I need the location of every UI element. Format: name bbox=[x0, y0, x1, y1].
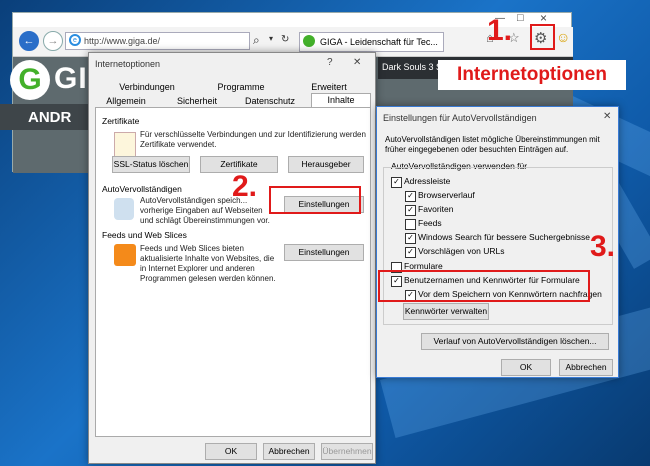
callout-internetoptionen: Internetoptionen bbox=[438, 60, 626, 90]
checkbox-url-vorschlaege[interactable]: ✓ bbox=[405, 247, 416, 258]
step-3-label: 3. bbox=[590, 230, 616, 263]
label-favoriten: Favoriten bbox=[418, 204, 454, 214]
feeds-text: Feeds und Web Slices bieten aktualisiert… bbox=[140, 244, 276, 283]
autocomplete-settings-dialog: Einstellungen für AutoVervollständigen ✕… bbox=[376, 106, 619, 378]
dropdown-icon[interactable]: ▾ bbox=[269, 34, 273, 43]
smiley-icon[interactable]: ☺ bbox=[556, 29, 570, 45]
ac-intro-text: AutoVervollständigen listet mögliche Übe… bbox=[385, 135, 600, 154]
search-icon[interactable]: ⌕ bbox=[253, 33, 260, 48]
label-browserverlauf: Browserverlauf bbox=[418, 190, 475, 200]
giga-favicon-icon bbox=[303, 35, 315, 47]
tab-giga[interactable]: GIGA - Leidenschaft für Tec... bbox=[299, 32, 444, 52]
close-button[interactable]: × bbox=[540, 11, 547, 25]
kennwoerter-verwalten-button[interactable]: Kennwörter verwalten bbox=[403, 303, 489, 320]
ie-icon: e bbox=[69, 34, 81, 46]
label-url-vorschlaege: Vorschlägen von URLs bbox=[418, 246, 505, 256]
checkbox-feeds[interactable] bbox=[405, 219, 416, 230]
feeds-einstellungen-button[interactable]: Einstellungen bbox=[284, 244, 364, 261]
section-feeds: Feeds und Web Slices bbox=[102, 230, 187, 240]
section-autovervollstaendigen: AutoVervollständigen bbox=[102, 184, 182, 194]
label-adressleiste: Adressleiste bbox=[404, 176, 451, 186]
herausgeber-button[interactable]: Herausgeber bbox=[288, 156, 364, 173]
maximize-button[interactable]: □ bbox=[517, 12, 524, 24]
checkbox-browserverlauf[interactable]: ✓ bbox=[405, 191, 416, 202]
section-zertifikate: Zertifikate bbox=[102, 116, 140, 126]
checkbox-favoriten[interactable]: ✓ bbox=[405, 205, 416, 216]
dialog-title: Internetoptionen bbox=[95, 59, 161, 69]
checkbox-adressleiste[interactable]: ✓ bbox=[391, 177, 402, 188]
certificate-icon bbox=[114, 132, 136, 158]
highlight-gear bbox=[530, 24, 555, 50]
ac-abbrechen-button[interactable]: Abbrechen bbox=[559, 359, 613, 376]
close-button[interactable]: ✕ bbox=[353, 57, 361, 68]
label-feeds: Feeds bbox=[418, 218, 442, 228]
abbrechen-button[interactable]: Abbrechen bbox=[263, 443, 315, 460]
step-1-label: 1. bbox=[487, 14, 513, 47]
giga-logo: G bbox=[10, 60, 50, 100]
tab-programme[interactable]: Programme bbox=[201, 81, 281, 94]
internet-options-dialog: Internetoptionen ? ✕ Verbindungen Progra… bbox=[88, 52, 376, 464]
help-button[interactable]: ? bbox=[327, 57, 333, 68]
ac-close-button[interactable]: ✕ bbox=[603, 111, 611, 122]
tab-verbindungen[interactable]: Verbindungen bbox=[107, 81, 187, 94]
user-form-icon bbox=[114, 198, 134, 220]
forward-button[interactable]: → bbox=[43, 31, 63, 51]
url-field[interactable]: http://www.giga.de/ bbox=[65, 32, 250, 50]
refresh-icon[interactable]: ↻ bbox=[281, 34, 289, 45]
label-windows-search: Windows Search für bessere Suchergebniss… bbox=[418, 232, 590, 242]
back-button[interactable]: ← bbox=[19, 31, 39, 51]
ssl-status-loeschen-button[interactable]: SSL-Status löschen bbox=[112, 156, 190, 173]
rss-feed-icon bbox=[114, 244, 136, 266]
uebernehmen-button[interactable]: Übernehmen bbox=[321, 443, 373, 460]
zertifikate-text: Für verschlüsselte Verbindungen und zur … bbox=[140, 130, 366, 149]
ac-ok-button[interactable]: OK bbox=[501, 359, 551, 376]
ac-dialog-title: Einstellungen für AutoVervollständigen bbox=[383, 113, 537, 123]
ok-button[interactable]: OK bbox=[205, 443, 257, 460]
highlight-einstellungen bbox=[269, 186, 361, 214]
checkbox-windows-search[interactable]: ✓ bbox=[405, 233, 416, 244]
giga-logo-text: GI bbox=[54, 62, 88, 95]
inhalte-panel: Zertifikate Für verschlüsselte Verbindun… bbox=[95, 107, 371, 437]
step-2-label: 2. bbox=[232, 170, 258, 203]
verlauf-loeschen-button[interactable]: Verlauf von AutoVervollständigen löschen… bbox=[421, 333, 609, 350]
site-banner: ANDR bbox=[0, 104, 100, 130]
highlight-kennwoerter bbox=[378, 270, 590, 302]
